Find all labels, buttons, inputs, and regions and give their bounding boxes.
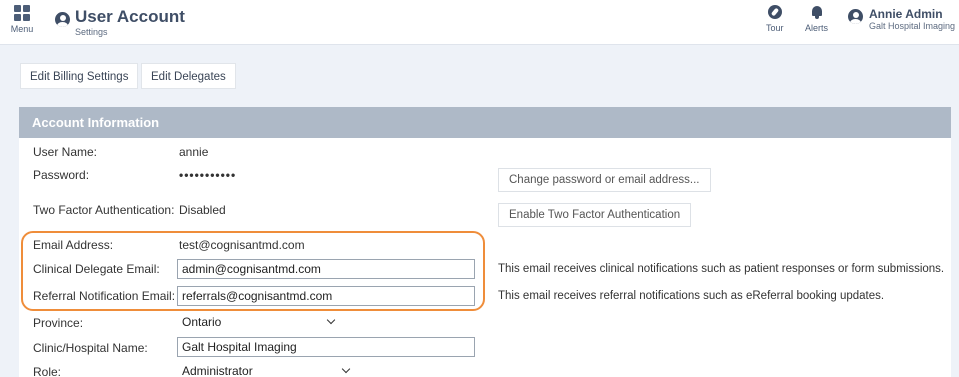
page-title: User Account xyxy=(75,7,185,26)
change-password-button[interactable]: Change password or email address... xyxy=(498,168,711,192)
two-factor-value: Disabled xyxy=(179,203,226,217)
password-label: Password: xyxy=(33,168,90,182)
province-select[interactable]: Ontario xyxy=(182,315,338,333)
grid-icon xyxy=(14,5,30,21)
alerts-button[interactable]: Alerts xyxy=(805,5,828,33)
chevron-down-icon xyxy=(326,315,336,325)
bell-icon xyxy=(810,5,824,19)
highlight-box xyxy=(21,231,485,311)
compass-icon xyxy=(767,5,782,19)
edit-billing-settings-button[interactable]: Edit Billing Settings xyxy=(20,63,139,89)
user-circle-icon xyxy=(55,12,70,27)
page-subtitle: Settings xyxy=(75,27,108,37)
two-factor-label: Two Factor Authentication: xyxy=(33,203,175,217)
role-select-value: Administrator xyxy=(182,364,253,377)
tour-label: Tour xyxy=(766,23,784,33)
province-select-value: Ontario xyxy=(182,315,222,329)
enable-two-factor-button[interactable]: Enable Two Factor Authentication xyxy=(498,203,692,227)
province-label: Province: xyxy=(33,316,84,330)
profile-name[interactable]: Annie Admin xyxy=(869,7,943,21)
menu-button[interactable]: Menu xyxy=(8,5,36,34)
top-navigation-bar: Menu User Account Settings Tour Alerts A… xyxy=(0,0,959,45)
menu-label: Menu xyxy=(10,24,34,34)
tour-button[interactable]: Tour xyxy=(766,5,784,33)
profile-organization: Galt Hospital Imaging xyxy=(869,21,956,31)
username-label: User Name: xyxy=(33,145,98,159)
profile-avatar-icon[interactable] xyxy=(848,9,863,24)
role-select[interactable]: Administrator xyxy=(182,364,353,377)
clinical-delegate-email-note: This email receives clinical notificatio… xyxy=(498,263,945,275)
role-label: Role: xyxy=(33,365,62,377)
chevron-down-icon xyxy=(341,364,351,374)
clinic-hospital-name-label: Clinic/Hospital Name: xyxy=(33,341,148,355)
clinic-hospital-name-input[interactable] xyxy=(177,337,475,357)
alerts-label: Alerts xyxy=(805,23,829,33)
referral-notification-email-note: This email receives referral notificatio… xyxy=(498,290,885,302)
panel-header: Account Information xyxy=(19,107,951,138)
password-value: ••••••••••• xyxy=(179,168,237,182)
edit-delegates-button[interactable]: Edit Delegates xyxy=(141,63,236,89)
username-value: annie xyxy=(179,145,209,159)
